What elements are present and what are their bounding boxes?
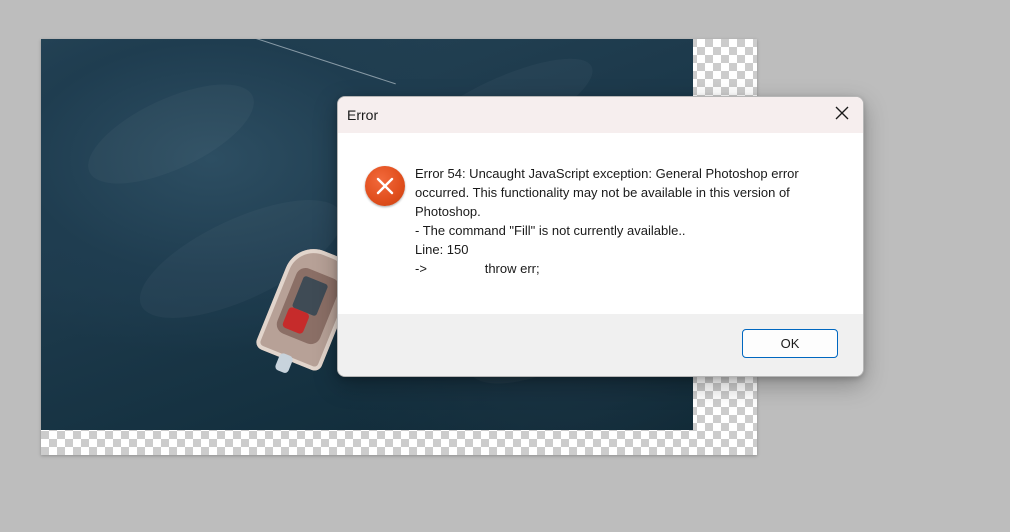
message-line: - The command "Fill" is not currently av…: [415, 223, 686, 238]
error-message: Error 54: Uncaught JavaScript exception:…: [415, 164, 835, 278]
dialog-title: Error: [347, 107, 379, 123]
dialog-footer: OK: [338, 314, 863, 376]
error-dialog: Error Error 54: Uncaught JavaScript exce: [337, 96, 864, 377]
message-line: Line: 150: [415, 242, 469, 257]
message-line: -> throw err;: [415, 261, 540, 276]
close-button[interactable]: [821, 97, 863, 133]
dialog-title-bar[interactable]: Error: [338, 97, 863, 133]
ok-button[interactable]: OK: [742, 329, 838, 358]
message-line: Error 54: Uncaught JavaScript exception:…: [415, 166, 799, 219]
mooring-line: [252, 39, 396, 85]
close-icon: [835, 106, 849, 125]
dialog-content: Error 54: Uncaught JavaScript exception:…: [338, 133, 863, 314]
error-icon: [365, 166, 405, 206]
photoshop-workspace: Error Error 54: Uncaught JavaScript exce: [0, 0, 1010, 532]
water-ripple: [75, 64, 268, 204]
